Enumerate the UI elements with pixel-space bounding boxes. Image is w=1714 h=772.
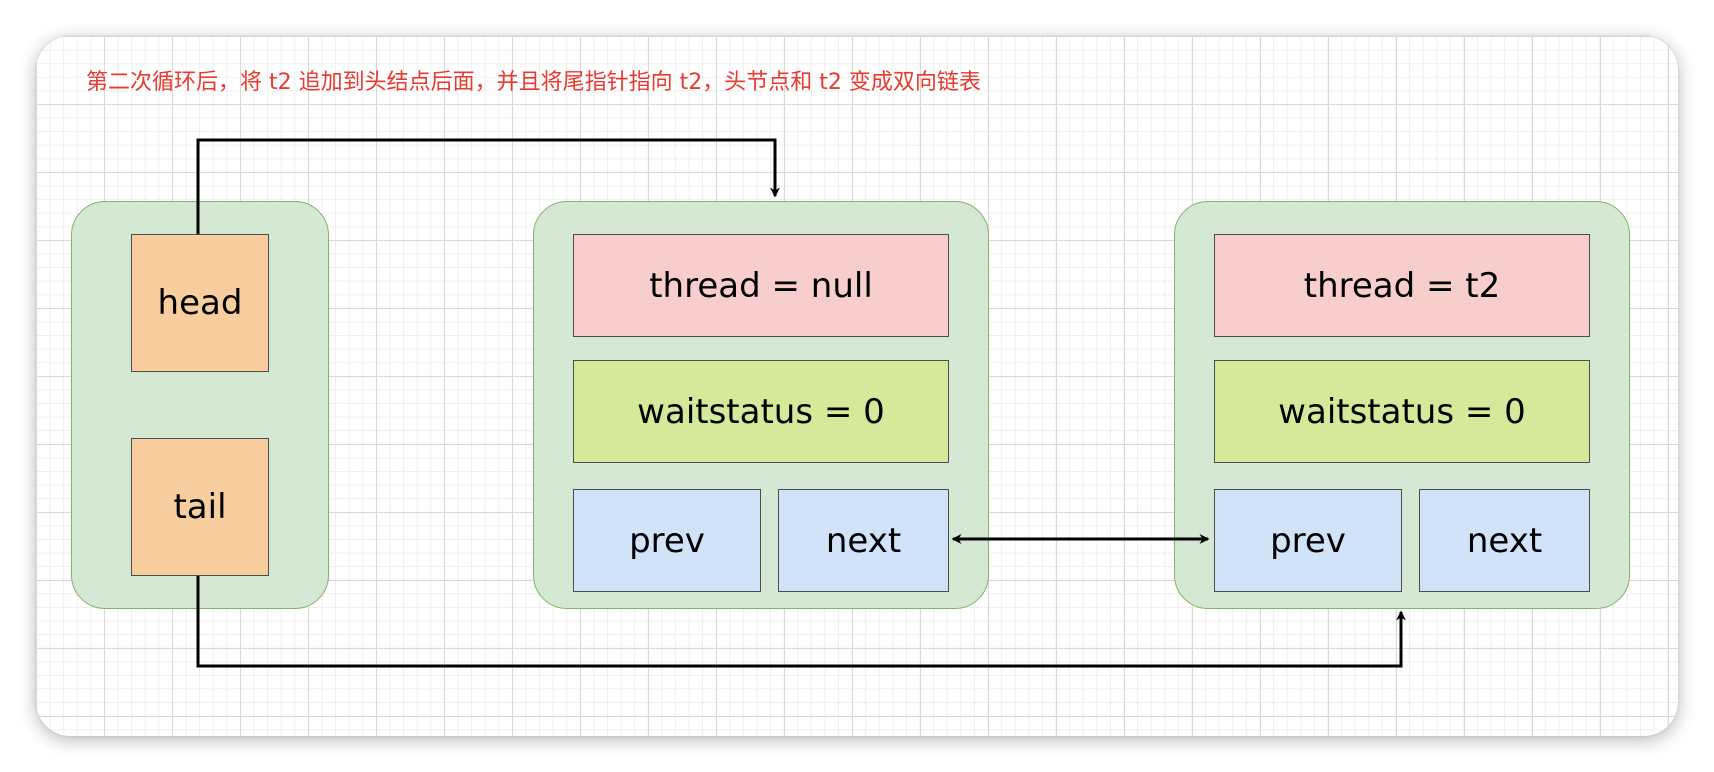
head-node-prev: prev bbox=[573, 489, 761, 592]
t2-node-next: next bbox=[1419, 489, 1590, 592]
diagram-caption: 第二次循环后，将 t2 追加到头结点后面，并且将尾指针指向 t2，头节点和 t2… bbox=[86, 70, 981, 95]
tail-pointer: tail bbox=[131, 438, 269, 576]
t2-node-waitstatus: waitstatus = 0 bbox=[1214, 360, 1590, 463]
head-node-thread: thread = null bbox=[573, 234, 949, 337]
head-node-next: next bbox=[778, 489, 949, 592]
t2-node-thread: thread = t2 bbox=[1214, 234, 1590, 337]
head-pointer: head bbox=[131, 234, 269, 372]
t2-node-prev: prev bbox=[1214, 489, 1402, 592]
head-node-waitstatus: waitstatus = 0 bbox=[573, 360, 949, 463]
